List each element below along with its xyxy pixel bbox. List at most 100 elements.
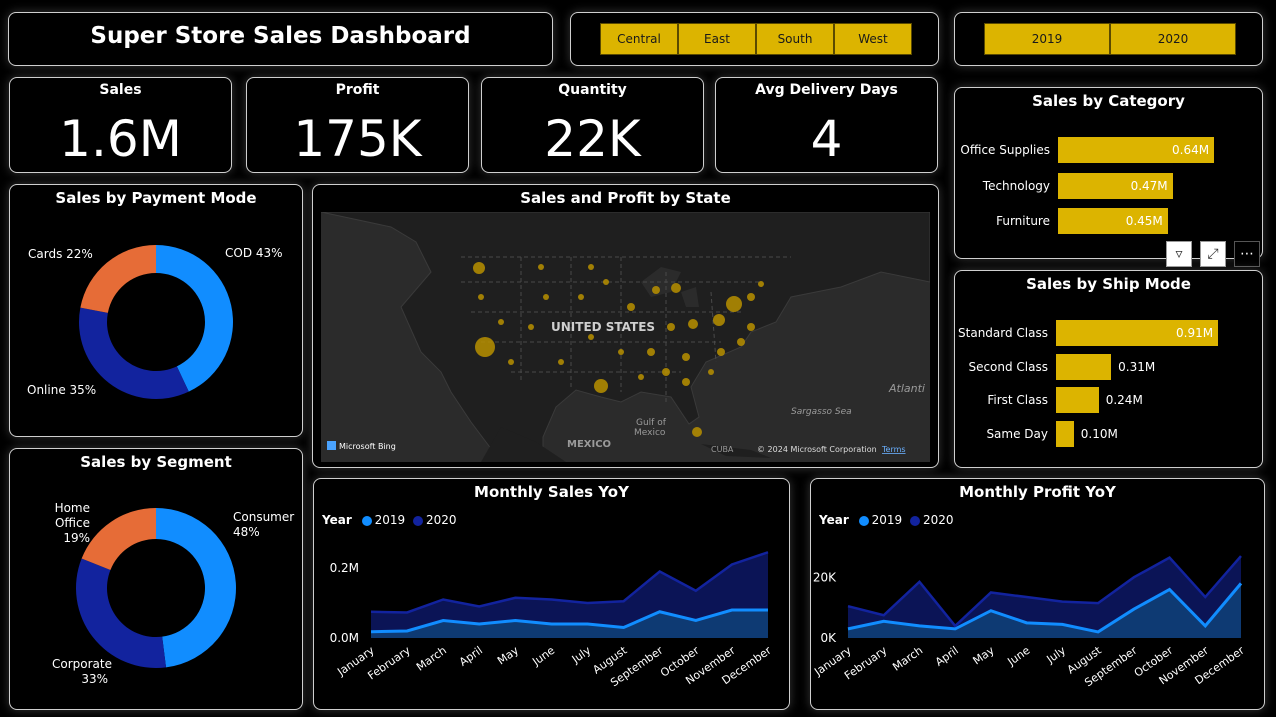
bar-label: Second Class (968, 359, 1048, 374)
state-bubble (688, 319, 698, 329)
legend-2020-dot (412, 515, 423, 526)
x-tick-label: May (971, 644, 997, 668)
monthly-profit-chart[interactable]: 0K20KJanuaryFebruary March April May June Jul… (811, 529, 1264, 709)
kpi-sales-label: Sales (99, 82, 142, 98)
state-bubble (647, 348, 655, 356)
state-bubble (652, 286, 660, 294)
state-bubble (528, 324, 534, 330)
category-title: Sales by Category (1032, 92, 1185, 110)
shipmode-title: Sales by Ship Mode (1026, 275, 1191, 293)
state-bubble (538, 264, 544, 270)
kpi-profit-card: Profit 175K (246, 77, 469, 173)
state-map[interactable]: UNITED STATES MEXICO Gulf of Mexico CUBA… (321, 212, 930, 462)
state-bubble (618, 349, 624, 355)
donut-slice-home-office[interactable] (81, 508, 156, 570)
state-bubble (682, 353, 690, 361)
region-east-button[interactable]: East (678, 23, 756, 55)
region-west-button[interactable]: West (834, 23, 912, 55)
segment-consumer-pct: 48% (233, 525, 260, 539)
monthly-profit-legend-title: Year (819, 513, 849, 527)
year-2019-button[interactable]: 2019 (984, 23, 1110, 55)
bar-label: Office Supplies (960, 143, 1050, 157)
state-bubble (603, 279, 609, 285)
kpi-delivery-label: Avg Delivery Days (755, 82, 898, 98)
region-central-button[interactable]: Central (600, 23, 678, 55)
monthly-profit-card[interactable]: Monthly Profit YoY Year 2019 2020 0K 20K J… (810, 478, 1265, 710)
shipmode-card[interactable]: Sales by Ship Mode Standard Class 0.91M Se… (954, 270, 1263, 468)
donut-slice-corporate[interactable] (75, 558, 167, 668)
bar-second-class[interactable] (1056, 353, 1112, 380)
x-tick-label: June (529, 644, 557, 669)
state-bubble (747, 293, 755, 301)
state-bubble (708, 369, 714, 375)
x-tick-label: May (495, 644, 521, 668)
state-bubble (627, 303, 635, 311)
map-cuba-label: CUBA (711, 445, 734, 454)
donut-slice-consumer[interactable] (156, 508, 237, 668)
x-tick-label: June (1004, 644, 1032, 669)
year-2020-button[interactable]: 2020 (1110, 23, 1236, 55)
kpi-delivery-value: 4 (810, 110, 843, 168)
category-card[interactable]: Sales by Category Office Supplies 0.64M Te… (954, 87, 1263, 259)
state-bubble (758, 281, 764, 287)
legend-2020-label: 2020 (922, 513, 954, 527)
more-options-icon[interactable]: ⋯ (1234, 241, 1260, 267)
kpi-sales-value: 1.6M (59, 110, 182, 168)
region-south-button[interactable]: South (756, 23, 834, 55)
x-tick-label: March (890, 644, 925, 674)
x-tick-label: April (933, 644, 961, 669)
legend-2019-label: 2019 (374, 513, 406, 527)
x-tick-label: March (414, 644, 449, 674)
bar-value-label: 0.64M (1172, 143, 1210, 157)
title-card: Super Store Sales Dashboard (8, 12, 553, 66)
bar-same-day[interactable] (1056, 420, 1074, 447)
map-title: Sales and Profit by State (520, 189, 731, 207)
state-bubble (478, 294, 484, 300)
monthly-profit-legend: Year 2019 2020 (819, 513, 954, 527)
filter-icon[interactable]: ▿ (1166, 241, 1192, 267)
state-bubble (473, 262, 485, 274)
segment-home-label: Home Office 19% (22, 501, 90, 546)
bar-label: Furniture (996, 214, 1050, 228)
bar-value-label: 0.45M (1125, 214, 1163, 228)
monthly-sales-legend: Year 2019 2020 (322, 513, 457, 527)
x-tick-label: July (569, 644, 594, 667)
segment-corporate-name: Corporate (52, 657, 112, 671)
focus-mode-icon[interactable]: ⤢ (1200, 241, 1226, 267)
map-card[interactable]: Sales and Profit by State UNITED STATES … (312, 184, 939, 468)
bing-logo-icon (327, 441, 336, 450)
state-bubble (692, 427, 702, 437)
monthly-sales-card[interactable]: Monthly Sales YoY Year 2019 2020 0.0M 0.2… (313, 478, 790, 710)
map-gulf-label-1: Gulf of (636, 418, 667, 428)
monthly-profit-title: Monthly Profit YoY (959, 483, 1116, 501)
segment-card[interactable]: Sales by Segment Consumer 48% Home Offic… (9, 448, 303, 710)
segment-home-pct: 19% (63, 531, 90, 545)
state-bubble (713, 314, 725, 326)
bar-first-class[interactable] (1056, 387, 1099, 413)
region-slicer: Central East South West (570, 12, 939, 66)
map-terms-link[interactable]: Terms (881, 445, 906, 454)
kpi-profit-value: 175K (293, 110, 422, 168)
payment-donut[interactable] (10, 185, 302, 436)
legend-2019-dot (361, 515, 372, 526)
payment-mode-card[interactable]: Sales by Payment Mode COD 43% Cards 22% … (9, 184, 303, 437)
monthly-sales-chart[interactable]: 0.0M0.2MJanuaryFebruary March April May June… (314, 529, 789, 709)
bar-value-label: 0.24M (1105, 393, 1143, 407)
state-bubble (747, 323, 755, 331)
state-bubble (638, 374, 644, 380)
state-bubble (671, 283, 681, 293)
segment-corporate-pct: 33% (81, 672, 108, 686)
bar-label: Technology (982, 178, 1050, 193)
state-bubble (667, 323, 675, 331)
map-atlantic-label: Atlanti (888, 382, 925, 395)
x-tick-label: July (1044, 644, 1069, 667)
x-tick-label: April (457, 644, 485, 669)
map-mexico-label: MEXICO (567, 439, 611, 450)
map-country-label: UNITED STATES (551, 320, 655, 334)
bar-value-label: 0.91M (1176, 326, 1214, 340)
legend-2019-label: 2019 (871, 513, 903, 527)
state-bubble (737, 338, 745, 346)
bar-label: First Class (987, 393, 1048, 407)
state-bubble (726, 296, 742, 312)
state-bubble (558, 359, 564, 365)
